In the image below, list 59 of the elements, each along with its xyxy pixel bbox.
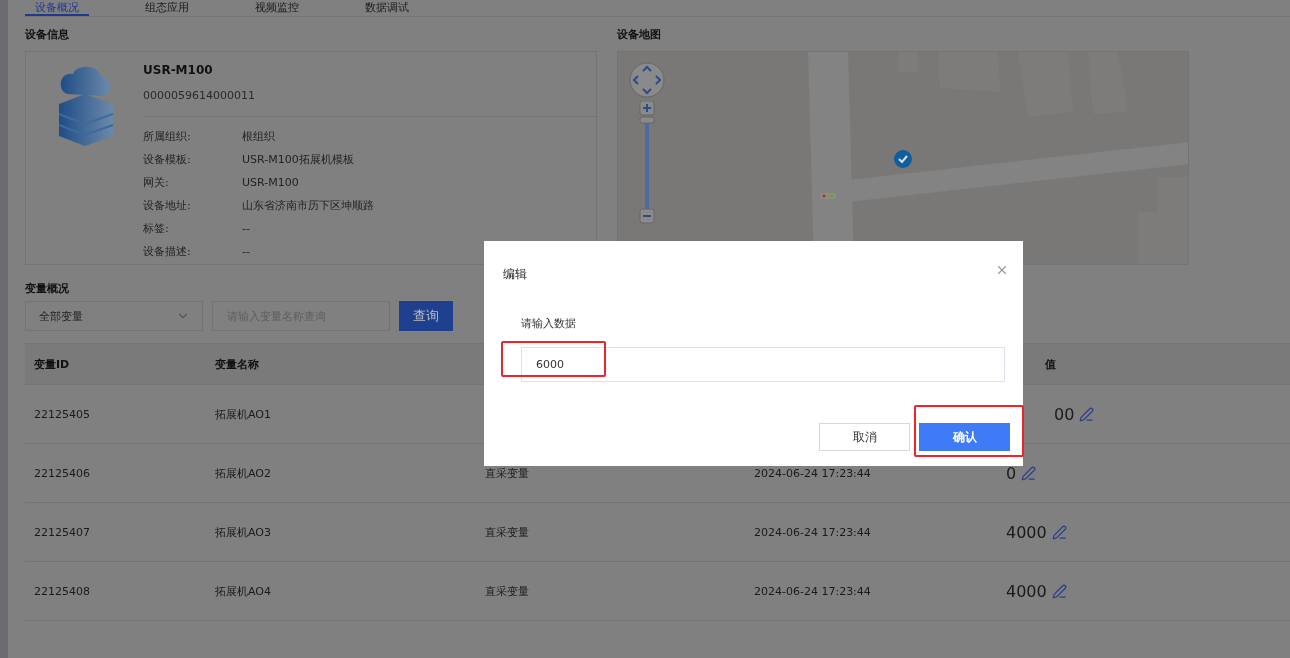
query-button[interactable]: 查询 <box>399 301 453 331</box>
check-marker-icon[interactable] <box>894 150 912 168</box>
value-text: 0 <box>1006 463 1017 483</box>
field-value: 山东省济南市历下区坤顺路 <box>242 198 374 213</box>
section-title: 设备地图 <box>617 27 662 43</box>
field-value: USR-M100 <box>242 176 299 189</box>
map-pan-control[interactable] <box>629 62 665 98</box>
table-cell-text: 22125408 <box>33 584 91 598</box>
table-cell-text: 2024-06-24 17:23:44 <box>753 584 872 598</box>
column-header: 值 <box>1044 356 1057 372</box>
value-text: 00 <box>1054 404 1075 424</box>
table-cell-text: 直采变量 <box>484 583 530 599</box>
table-cell-text: 2024-06-24 17:23:44 <box>753 466 872 480</box>
edit-icon[interactable] <box>1079 406 1095 422</box>
table-cell-text: 直采变量 <box>484 524 530 540</box>
traffic-light-icon <box>820 193 836 199</box>
input-field[interactable]: 6000 <box>521 347 1005 382</box>
field-label: 网关: <box>143 175 170 190</box>
dialog-title: 编辑 <box>503 266 527 283</box>
table-cell-text: 直采变量 <box>484 465 530 481</box>
device-name: USR-M100 <box>143 63 214 79</box>
field-label: 设备地址: <box>143 198 192 213</box>
column-header: 变量名称 <box>214 356 260 372</box>
tab[interactable]: 数据调试 <box>355 0 419 16</box>
table-cell-text: 22125406 <box>33 466 91 480</box>
device-serial: 0000059614000011 <box>143 89 256 103</box>
table-cell-text: 拓展机AO2 <box>214 465 272 481</box>
table-cell-text: 22125407 <box>33 525 91 539</box>
tab[interactable]: 组态应用 <box>135 0 199 16</box>
tab[interactable]: 视频监控 <box>245 0 309 16</box>
section-title: 变量概况 <box>25 281 70 297</box>
value-text: 4000 <box>1006 581 1047 601</box>
edit-icon[interactable] <box>1051 524 1067 540</box>
input-label: 请输入数据 <box>521 316 577 331</box>
variable-filter-select[interactable]: 全部变量 <box>25 301 203 331</box>
tab[interactable]: 设备概况 <box>25 0 89 16</box>
column-header: 变量ID <box>33 356 71 372</box>
field-label: 所属组织: <box>143 129 192 144</box>
field-value: -- <box>242 222 250 235</box>
field-value: 根组织 <box>242 129 275 144</box>
section-title: 设备信息 <box>25 27 70 43</box>
edit-icon[interactable] <box>1051 583 1067 599</box>
table-cell-text: 22125405 <box>33 407 91 421</box>
value-text: 4000 <box>1006 522 1047 542</box>
close-icon[interactable] <box>995 263 1009 277</box>
cloud-server-icon <box>56 64 113 146</box>
edit-icon[interactable] <box>1021 465 1037 481</box>
confirm-button[interactable]: 确认 <box>919 423 1010 451</box>
table-cell-text: 拓展机AO1 <box>214 406 272 422</box>
field-value: -- <box>242 245 250 258</box>
field-label: 设备模板: <box>143 152 192 167</box>
field-label: 标签: <box>143 221 170 236</box>
map-zoom-slider[interactable] <box>639 101 655 225</box>
cancel-button[interactable]: 取消 <box>819 423 910 451</box>
table-cell-text: 2024-06-24 17:23:44 <box>753 525 872 539</box>
table-cell-text: 拓展机AO4 <box>214 583 272 599</box>
field-value: USR-M100拓展机模板 <box>242 152 354 167</box>
field-label: 设备描述: <box>143 244 192 259</box>
table-cell-text: 拓展机AO3 <box>214 524 272 540</box>
